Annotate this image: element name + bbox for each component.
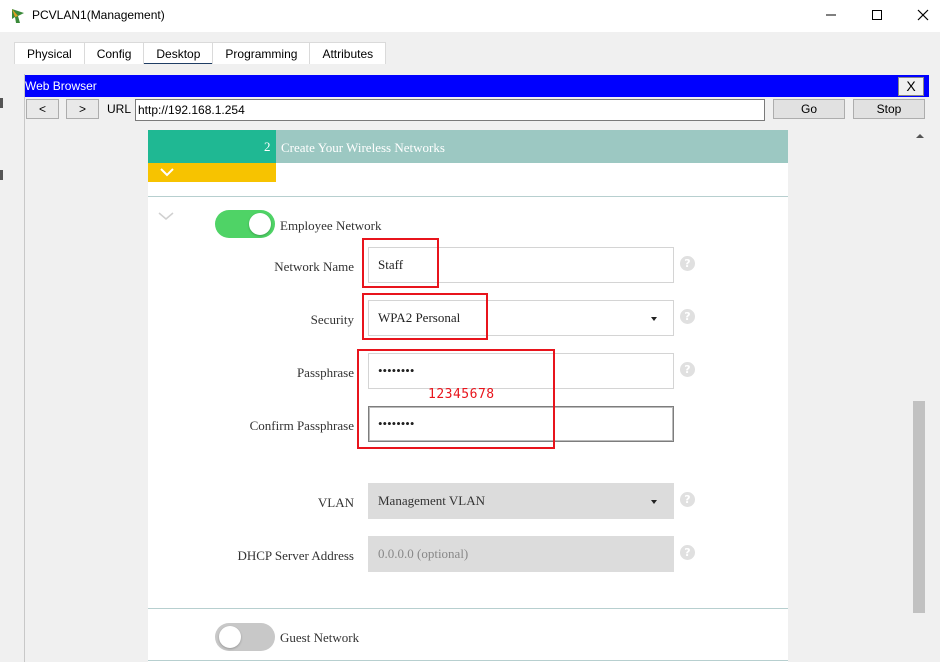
browser-title: Web Browser (25, 79, 97, 93)
maximize-icon (872, 10, 882, 20)
security-label: Security (310, 312, 354, 327)
annotation-passphrase-note: 12345678 (428, 387, 495, 402)
minimize-button[interactable] (808, 0, 854, 30)
tab-physical[interactable]: Physical (14, 42, 84, 64)
close-icon (917, 9, 929, 21)
scroll-thumb[interactable] (913, 401, 925, 613)
annotation-box-network-name (362, 238, 439, 288)
tab-config[interactable]: Config (83, 42, 144, 64)
forward-button[interactable]: > (66, 99, 99, 119)
minimize-icon (826, 14, 836, 16)
step-header: Create Your Wireless Networks (276, 130, 788, 163)
collapse-tab[interactable] (148, 163, 276, 182)
vlan-value: Management VLAN (378, 493, 485, 508)
dhcp-server-label: DHCP Server Address (237, 548, 354, 563)
dropdown-caret-icon (651, 500, 657, 504)
app-icon (12, 9, 24, 23)
tab-attributes[interactable]: Attributes (309, 42, 387, 64)
help-icon[interactable]: ? (680, 309, 695, 324)
scroll-up-arrow-icon[interactable] (915, 131, 925, 141)
left-edge-fragment (0, 170, 3, 180)
employee-network-label: Employee Network (280, 218, 382, 233)
vertical-scrollbar[interactable] (911, 130, 929, 662)
chevron-down-icon[interactable] (156, 209, 176, 223)
toggle-knob (249, 213, 271, 235)
device-tabbar: Physical Config Desktop Programming Attr… (0, 32, 940, 66)
help-icon[interactable]: ? (680, 362, 695, 377)
guest-network-label: Guest Network (280, 630, 360, 645)
tab-desktop[interactable]: Desktop (143, 42, 213, 66)
step-tab: 2 (148, 130, 276, 163)
chevron-down-icon (160, 168, 174, 177)
step-title: Create Your Wireless Networks (281, 140, 445, 155)
browser-nav-row: < > URL http://192.168.1.254 Go Stop (25, 98, 929, 124)
window-title-bar: PCVLAN1(Management) (0, 0, 940, 32)
network-name-label: Network Name (274, 259, 354, 274)
annotation-box-security (362, 293, 488, 340)
browser-close-button[interactable]: X (898, 77, 924, 96)
employee-network-toggle[interactable] (215, 210, 275, 238)
dhcp-server-input[interactable]: 0.0.0.0 (optional) (368, 536, 674, 572)
divider (148, 196, 788, 197)
help-icon[interactable]: ? (680, 256, 695, 271)
dropdown-caret-icon (651, 317, 657, 321)
browser-title-bar: Web Browser X (25, 75, 929, 97)
close-button[interactable] (900, 0, 940, 30)
url-label: URL (107, 102, 132, 116)
divider (148, 608, 788, 609)
left-edge-fragment (0, 98, 3, 108)
help-icon[interactable]: ? (680, 545, 695, 560)
confirm-passphrase-label: Confirm Passphrase (249, 418, 354, 433)
go-button[interactable]: Go (773, 99, 845, 119)
vlan-select[interactable]: Management VLAN (368, 483, 674, 519)
help-icon[interactable]: ? (680, 492, 695, 507)
guest-network-toggle[interactable] (215, 623, 275, 651)
url-input[interactable]: http://192.168.1.254 (135, 99, 765, 121)
tab-programming[interactable]: Programming (212, 42, 310, 64)
back-button[interactable]: < (26, 99, 59, 119)
divider (148, 660, 788, 661)
step-number: 2 (264, 139, 271, 154)
passphrase-label: Passphrase (296, 365, 354, 380)
toggle-knob (219, 626, 241, 648)
tab-strip: Physical Config Desktop Programming Attr… (14, 42, 387, 66)
stop-button[interactable]: Stop (853, 99, 925, 119)
window-title: PCVLAN1(Management) (32, 8, 165, 22)
maximize-button[interactable] (854, 0, 900, 30)
vlan-label: VLAN (317, 495, 354, 510)
